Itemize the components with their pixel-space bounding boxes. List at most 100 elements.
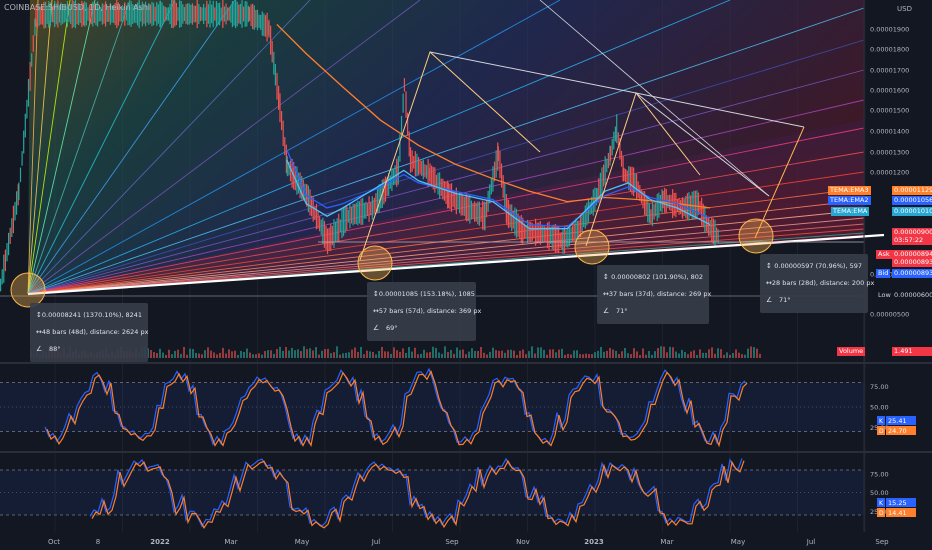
volume-bar [516, 354, 518, 358]
candle [4, 249, 6, 272]
volume-bar [465, 354, 467, 358]
candle [466, 194, 468, 222]
candle [463, 196, 465, 216]
candle [680, 199, 682, 215]
candle [482, 200, 484, 230]
volume-bar [231, 351, 233, 358]
candle [365, 201, 367, 219]
candle [499, 150, 501, 179]
volume-bar [639, 354, 641, 358]
volume-bar [609, 347, 611, 358]
volume-bar [384, 351, 386, 358]
candle [29, 61, 31, 91]
candle [247, 5, 250, 23]
candle [3, 254, 5, 283]
candle [417, 156, 420, 175]
volume-bar [720, 349, 722, 358]
candle [227, 7, 229, 21]
x-tick-label: Mar [224, 538, 237, 546]
volume-bar [708, 349, 710, 358]
measure-box: ↕ 0.00008241 (1370.10%), 8241 ↔ 48 bars (4… [30, 303, 148, 362]
candle [250, 4, 252, 27]
candle [220, 7, 222, 21]
candle [631, 166, 633, 195]
candle [443, 181, 446, 201]
candle [241, 0, 243, 28]
x-tick-label: Jul [806, 538, 816, 546]
candle [653, 204, 655, 220]
candle [424, 164, 426, 178]
volume-bar [393, 347, 395, 358]
volume-bar [159, 348, 161, 358]
candle [346, 205, 348, 231]
volume-bar [453, 353, 455, 358]
candle [576, 220, 579, 239]
volume-bar [399, 351, 401, 358]
candle [322, 217, 324, 244]
candle [697, 192, 700, 215]
volume-bar [162, 352, 164, 358]
candle [225, 3, 227, 25]
candle [607, 152, 609, 169]
volume-bar [519, 350, 521, 358]
candle [696, 190, 698, 218]
volume-bar [354, 347, 356, 358]
volume-bar [543, 349, 545, 358]
candle [409, 147, 412, 173]
candle [411, 150, 413, 172]
volume-bar [738, 352, 740, 358]
oscillator-tick-label: 75.00 [870, 383, 889, 391]
candle [312, 197, 314, 222]
candle [0, 278, 2, 292]
candle [437, 172, 439, 195]
candle [633, 167, 635, 197]
candle [246, 1, 248, 27]
volume-bar [504, 352, 506, 358]
volume-bar [282, 350, 284, 358]
candle [18, 182, 20, 201]
candle [688, 192, 690, 221]
candle [336, 218, 338, 242]
candle [458, 192, 461, 214]
volume-bar [357, 351, 359, 358]
volume-bar [498, 350, 500, 358]
volume-bar [513, 350, 515, 358]
measure-angle: 71° [779, 296, 791, 304]
volume-bar [648, 351, 650, 358]
price-tag-label: Bid [876, 269, 891, 278]
volume-bar [558, 349, 560, 358]
candle [6, 243, 8, 262]
volume-bar [441, 353, 443, 358]
volume-bar [156, 353, 158, 358]
volume-bar [297, 349, 299, 358]
volume-bar [195, 352, 197, 358]
volume-bar [294, 350, 296, 358]
candle [159, 0, 162, 28]
candle [338, 213, 340, 242]
volume-bar [171, 354, 173, 358]
candle [447, 182, 449, 209]
price-tag-value: 0.00000893 [892, 269, 932, 278]
price-tag-value: 1.491 [892, 347, 932, 356]
volume-bar [633, 348, 635, 358]
volume-bar [594, 352, 596, 358]
candle [23, 130, 25, 154]
price-tag-label: Volume [837, 347, 866, 356]
candle [355, 202, 357, 225]
volume-bar [690, 351, 692, 358]
candle [626, 170, 628, 184]
y-tick-label: 0.00001500 [870, 107, 909, 115]
candle [717, 229, 719, 243]
measure-angle: 88° [49, 345, 61, 353]
candle [264, 15, 267, 37]
volume-bar [507, 349, 509, 358]
measure-angle: 71° [616, 307, 628, 315]
candle [354, 203, 356, 225]
volume-bar [411, 351, 413, 358]
candle [320, 219, 322, 235]
candle [231, 0, 234, 28]
volume-bar [408, 347, 410, 358]
price-tag-label: TEMA:EMA3 [828, 186, 871, 195]
candle [676, 199, 679, 213]
candle [21, 151, 23, 166]
